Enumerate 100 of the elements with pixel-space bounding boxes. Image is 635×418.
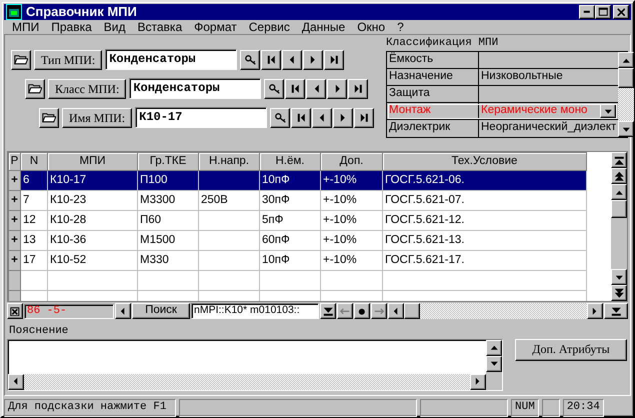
column-header[interactable]: Тех.Условие <box>382 152 586 171</box>
attributes-button[interactable]: Доп. Атрибуты <box>515 338 627 361</box>
first-record-button[interactable] <box>285 78 306 99</box>
scroll-thumb[interactable] <box>404 303 420 320</box>
last-record-button[interactable] <box>324 50 344 70</box>
lookup-field[interactable]: Конденсаторы <box>129 78 262 100</box>
row-marker: + <box>8 210 20 231</box>
note-field[interactable] <box>7 338 503 391</box>
menu-item[interactable]: ? <box>391 20 410 34</box>
scroll-left-button[interactable] <box>388 303 404 320</box>
close-icon <box>616 8 626 16</box>
last-record-button[interactable] <box>604 303 628 320</box>
next-record-button[interactable] <box>327 78 348 99</box>
column-header[interactable]: Доп. <box>320 152 382 171</box>
menu-item[interactable]: Правка <box>45 20 98 34</box>
menu-item[interactable]: Формат <box>188 20 243 34</box>
scroll-down-button[interactable] <box>618 121 634 138</box>
table-row[interactable]: + 6 К10-17 П100 10пФ +-10% ГОСГ.5.621-06. <box>8 170 586 191</box>
property-row[interactable]: Защита <box>387 86 618 104</box>
filter-button[interactable] <box>240 50 260 70</box>
property-row[interactable]: Назначение Низковольтные <box>387 69 618 86</box>
table-cell <box>198 170 260 191</box>
table-row[interactable]: + 17 К10-52 М330 10пФ +-10% ГОСГ.5.621-17. <box>8 250 586 271</box>
property-name: Назначение <box>387 69 479 86</box>
close-button[interactable] <box>613 5 629 19</box>
scroll-up-button[interactable] <box>486 340 502 356</box>
record-button[interactable] <box>354 303 370 320</box>
status-panel <box>542 398 560 417</box>
menu-item[interactable]: Сервис <box>242 20 296 34</box>
table-cell: М1500 <box>138 230 198 251</box>
scroll-up-button[interactable] <box>618 52 634 68</box>
table-cell: 17 <box>20 250 48 271</box>
column-header[interactable]: Н.ём. <box>260 152 320 171</box>
filter-button[interactable] <box>270 108 290 128</box>
table-row[interactable]: + 12 К10-28 П60 5пФ +-10% ГОСГ.5.621-12. <box>8 210 586 231</box>
page-up-button[interactable] <box>611 168 627 184</box>
menu-item[interactable]: Вставка <box>132 20 188 34</box>
table-row[interactable]: + 7 К10-23 М3300 250В 30пФ +-10% ГОСГ.5.621-07. <box>8 190 586 211</box>
table-row[interactable]: + 13 К10-36 М1500 60пФ +-10% ГОСГ.5.621-13. <box>8 230 586 251</box>
column-header[interactable]: N <box>20 152 48 171</box>
left-arrow-icon <box>120 307 126 316</box>
row-marker: + <box>8 230 20 251</box>
forward-button[interactable] <box>371 303 387 320</box>
maximize-button[interactable] <box>595 5 611 19</box>
dropdown-button[interactable] <box>320 303 336 320</box>
column-header[interactable]: Гр.ТКЕ <box>138 152 198 171</box>
back-button[interactable] <box>337 303 353 320</box>
column-header[interactable]: МПИ <box>48 152 138 171</box>
first-record-button[interactable] <box>611 152 627 168</box>
lookup-field[interactable]: К10-17 <box>135 107 268 128</box>
folder-button[interactable] <box>25 78 45 99</box>
lookup-label-button[interactable]: Класс МПИ: <box>48 78 126 99</box>
scroll-right-button[interactable] <box>587 303 603 320</box>
double-up-icon <box>614 171 624 182</box>
previous-record-button[interactable] <box>306 78 326 99</box>
first-record-button[interactable] <box>291 108 312 128</box>
lookup-label-button[interactable]: Тип МПИ: <box>34 50 102 70</box>
lookup-field[interactable]: Конденсаторы <box>105 49 238 70</box>
filter-field[interactable]: nMPI::K10* m010103:: <box>191 303 319 320</box>
menu-item[interactable]: Окно <box>351 20 392 34</box>
menu-item[interactable]: МПИ <box>6 20 46 34</box>
folder-button[interactable] <box>39 108 59 128</box>
dropdown-button[interactable] <box>600 104 616 118</box>
minimize-button[interactable] <box>579 5 595 19</box>
bottom-icon <box>610 306 622 316</box>
property-row[interactable]: Ёмкость <box>387 52 618 70</box>
search-button[interactable]: Поиск <box>132 303 190 320</box>
menu-item[interactable]: Вид <box>98 20 132 34</box>
up-arrow-icon <box>614 190 624 196</box>
scroll-left-button[interactable] <box>115 303 131 320</box>
scroll-thumb[interactable] <box>611 200 627 218</box>
lookup-label-button[interactable]: Имя МПИ: <box>62 108 132 128</box>
scroll-down-button[interactable] <box>611 269 627 286</box>
next-icon <box>334 84 340 94</box>
table-cell: 60пФ <box>260 230 320 251</box>
scroll-right-button[interactable] <box>470 374 486 390</box>
previous-record-button[interactable] <box>312 108 332 128</box>
column-header[interactable]: Н.напр. <box>198 152 260 171</box>
previous-record-button[interactable] <box>282 50 302 70</box>
property-row[interactable]: Диэлектрик Неорганический_диэлект <box>387 120 618 138</box>
first-record-button[interactable] <box>261 50 282 70</box>
next-record-button[interactable] <box>303 50 324 70</box>
filter-button[interactable] <box>264 78 284 99</box>
left-arrow-icon <box>13 377 19 386</box>
scroll-thumb[interactable] <box>618 68 634 88</box>
close-filter-button[interactable] <box>7 303 23 320</box>
last-record-button[interactable] <box>348 78 368 99</box>
first-icon <box>266 55 276 65</box>
window-title: Справочник МПИ <box>26 4 138 20</box>
next-record-button[interactable] <box>333 108 354 128</box>
scroll-left-button[interactable] <box>8 374 24 390</box>
scroll-down-button[interactable] <box>486 356 502 372</box>
menu-item[interactable]: Данные <box>296 20 352 34</box>
last-record-button[interactable] <box>354 108 374 128</box>
minimize-icon <box>583 10 591 14</box>
page-down-button[interactable] <box>611 285 627 302</box>
column-header[interactable]: Р <box>8 152 20 171</box>
folder-button[interactable] <box>11 50 31 70</box>
scroll-up-button[interactable] <box>611 184 627 200</box>
right-arrow-icon <box>592 307 598 316</box>
